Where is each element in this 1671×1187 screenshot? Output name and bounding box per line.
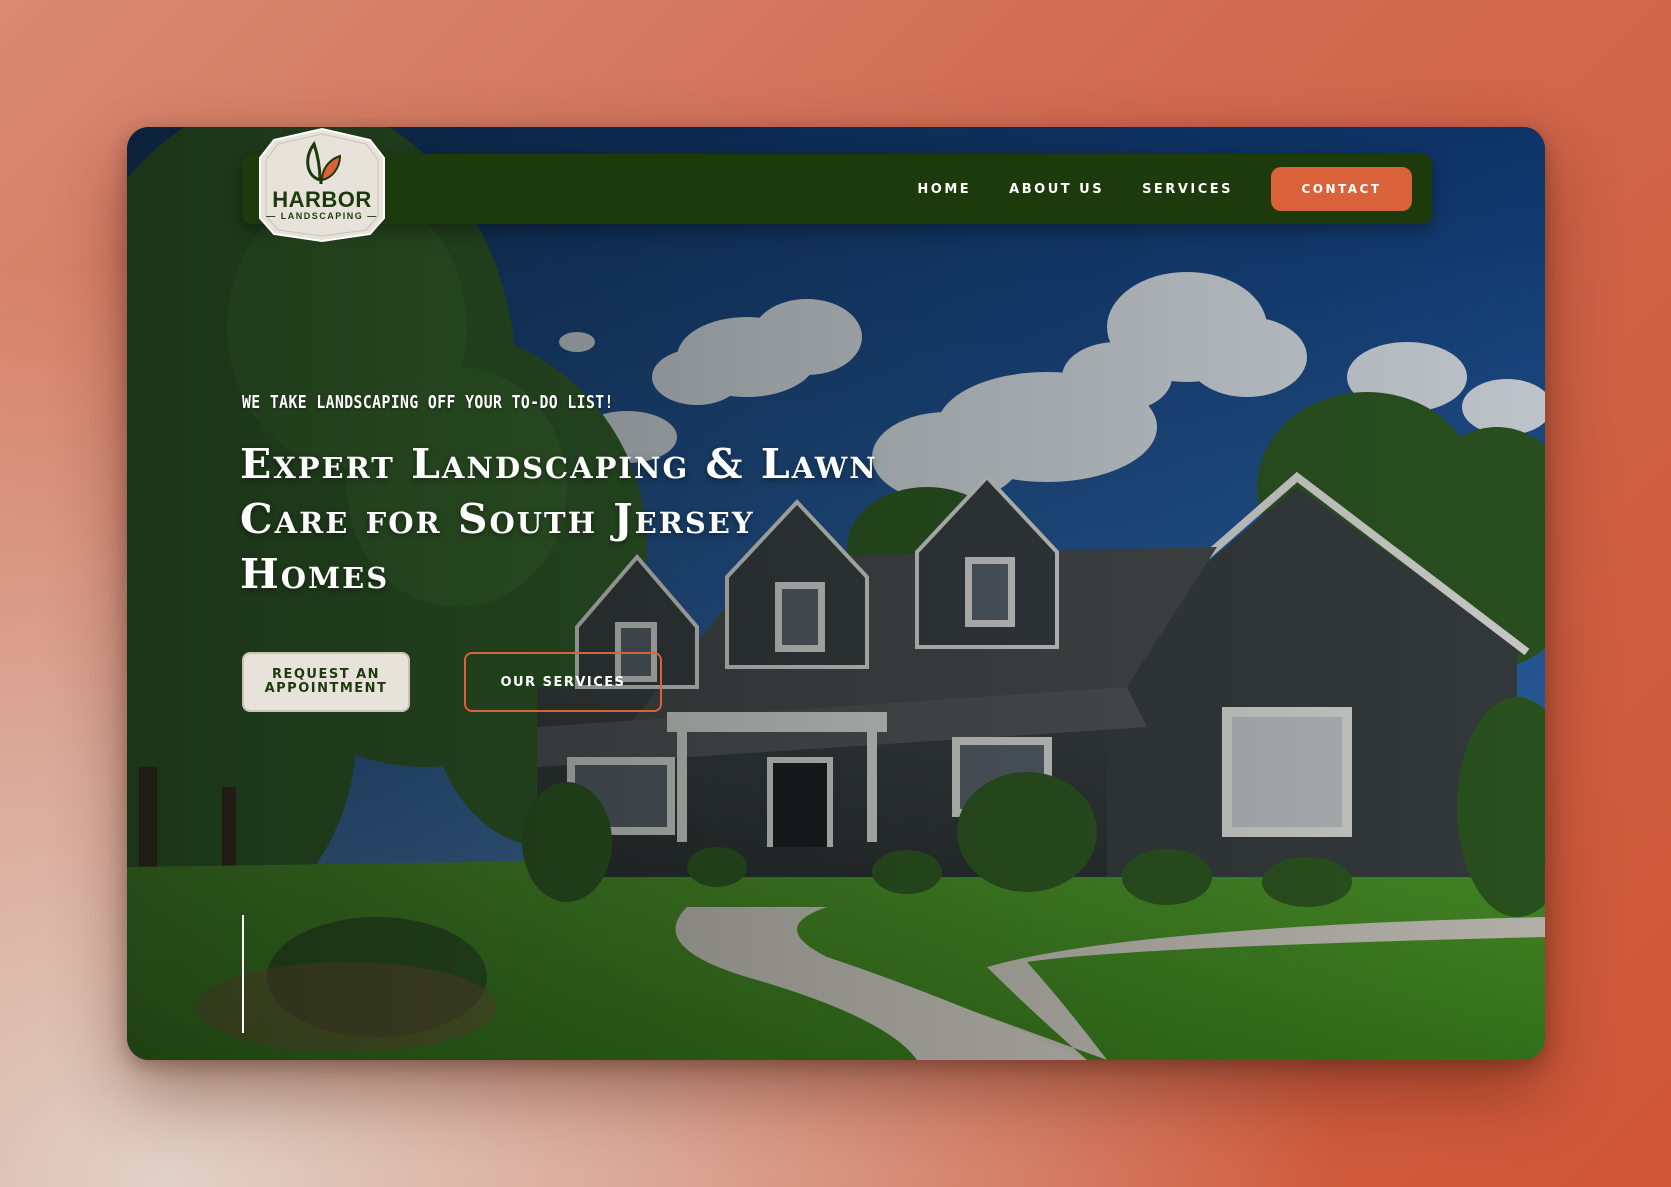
nav-item-home[interactable]: HOME (917, 182, 971, 197)
logo-brand-name: HARBOR (272, 187, 372, 212)
our-services-button[interactable]: OUR SERVICES (464, 652, 662, 712)
main-navigation: HOME ABOUT US SERVICES CONTACT (242, 154, 1432, 224)
hero-headline: Expert Landscaping & Lawn Care for South… (240, 440, 878, 598)
hero-section: HOME ABOUT US SERVICES CONTACT HARBOR — … (127, 127, 1545, 1060)
request-appointment-button[interactable]: REQUEST AN APPOINTMENT (242, 652, 410, 712)
nav-links: HOME ABOUT US SERVICES CONTACT (917, 154, 1412, 224)
nav-item-about-us[interactable]: ABOUT US (1009, 182, 1104, 197)
scroll-indicator-line (242, 915, 244, 1033)
logo-brand-subtitle: — LANDSCAPING — (266, 211, 378, 221)
harbor-landscaping-logo[interactable]: HARBOR — LANDSCAPING — (258, 128, 386, 242)
logo-badge (259, 128, 385, 242)
contact-button[interactable]: CONTACT (1271, 167, 1412, 211)
nav-item-services[interactable]: SERVICES (1142, 182, 1233, 197)
hero-tagline: WE TAKE LANDSCAPING OFF YOUR TO-DO LIST! (242, 392, 614, 413)
